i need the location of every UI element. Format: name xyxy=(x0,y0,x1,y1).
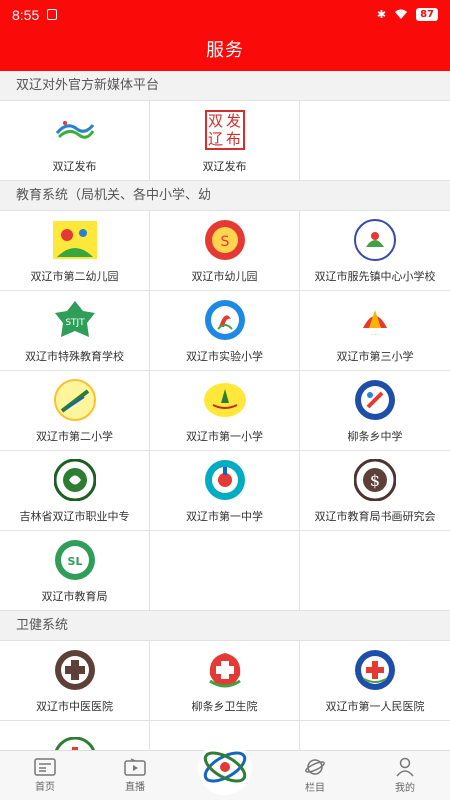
service-item-label: 双辽市教育局 xyxy=(41,589,108,603)
service-item-label: 双辽市第二幼儿园 xyxy=(30,269,119,283)
tcm-hospital-logo xyxy=(53,648,97,692)
tab-home[interactable]: 首页 xyxy=(0,751,90,800)
peoples-hospital-logo xyxy=(353,648,397,692)
tab-profile[interactable]: 我的 xyxy=(360,751,450,800)
special-education-logo-text: STJT xyxy=(65,318,85,328)
service-item-no1-middle-school[interactable]: 双辽市第一中学 xyxy=(150,451,300,531)
shuangliao-fabu-calligraphy-logo: 双发辽布 xyxy=(203,108,247,152)
tab-label: 栏目 xyxy=(305,783,325,794)
page-title: 服务 xyxy=(206,40,244,61)
tab-label: 我的 xyxy=(395,783,415,794)
service-item-liutiao-middle-school[interactable]: 柳条乡中学 xyxy=(300,371,450,451)
service-list[interactable]: 双辽对外官方新媒体平台 双辽发布 双发辽布 双辽发布 教育系统（局机关、各中小学… xyxy=(0,71,450,750)
education-bureau-logo-text: SL xyxy=(67,555,82,568)
svg-text:· · ·: · · · xyxy=(371,332,379,338)
profile-icon xyxy=(396,757,414,777)
column-planet-icon xyxy=(305,759,325,775)
service-item-label: 双辽市特殊教育学校 xyxy=(25,349,124,363)
center-brand-logo xyxy=(198,741,252,795)
svg-text:S: S xyxy=(220,234,229,250)
battery-indicator: 87 xyxy=(416,8,438,21)
partial-logo xyxy=(53,736,97,750)
special-education-logo: STJT xyxy=(53,298,97,342)
liutiao-middle-school-logo xyxy=(353,378,397,422)
service-item-shuangliao-fabu[interactable]: 双辽发布 xyxy=(0,101,150,181)
empty-cell xyxy=(300,721,450,750)
section-header-health: 卫健系统 xyxy=(0,611,450,640)
service-item-label: 双辽市第一人民医院 xyxy=(325,699,425,713)
shuangliao-fabu-logo xyxy=(53,108,97,152)
empty-cell xyxy=(300,531,450,611)
service-item-vocational-school[interactable]: 吉林省双辽市职业中专 xyxy=(0,451,150,531)
service-item-shuangliao-fabu-2[interactable]: 双发辽布 双辽发布 xyxy=(150,101,300,181)
service-item-label: 双辽发布 xyxy=(202,159,247,173)
service-item-tcm-hospital[interactable]: 双辽市中医医院 xyxy=(0,641,150,721)
calligraphy-society-logo: $ xyxy=(353,458,397,502)
no1-middle-school-logo xyxy=(203,458,247,502)
service-item-school-2[interactable]: 双辽市第二小学 xyxy=(0,371,150,451)
section-header-media: 双辽对外官方新媒体平台 xyxy=(0,71,450,100)
empty-cell xyxy=(300,101,450,181)
school-2-logo xyxy=(53,378,97,422)
service-item-label: 双辽市第一中学 xyxy=(186,509,263,523)
service-item-partial[interactable] xyxy=(0,721,150,750)
service-item-label: 吉林省双辽市职业中专 xyxy=(19,509,130,523)
bluetooth-icon: ✱ xyxy=(376,8,387,21)
service-item-label: 双辽发布 xyxy=(52,159,97,173)
fuxian-school-logo xyxy=(353,218,397,262)
service-item-label: 双辽市中医医院 xyxy=(36,699,113,713)
service-item-special-education[interactable]: STJT 双辽市特殊教育学校 xyxy=(0,291,150,371)
wifi-icon xyxy=(395,9,408,19)
service-item-label: 柳条乡卫生院 xyxy=(191,699,258,713)
tab-label: 首页 xyxy=(35,782,55,793)
service-item-school-3[interactable]: · · · 双辽市第三小学 xyxy=(300,291,450,371)
status-bar: 8:55 ✱ 87 xyxy=(0,0,450,30)
live-tv-icon xyxy=(124,758,146,776)
service-item-education-bureau[interactable]: SL 双辽市教育局 xyxy=(0,531,150,611)
tab-live[interactable]: 直播 xyxy=(90,751,180,800)
service-item-school-1[interactable]: 双辽市第一小学 xyxy=(150,371,300,451)
top-bar: 8:55 ✱ 87 服务 xyxy=(0,0,450,71)
service-item-kindergarten-2[interactable]: 双辽市第二幼儿园 xyxy=(0,211,150,291)
svg-text:$: $ xyxy=(370,471,380,490)
status-right: ✱ 87 xyxy=(377,8,438,21)
school-1-logo xyxy=(203,378,247,422)
grid-health: 双辽市中医医院 柳条乡卫生院 双辽市第一人民医院 xyxy=(0,640,450,750)
service-item-label: 双辽市实验小学 xyxy=(186,349,263,363)
service-item-label: 双辽市第三小学 xyxy=(336,349,414,363)
status-time: 8:55 xyxy=(12,7,40,23)
service-item-label: 双辽市第二小学 xyxy=(36,429,113,443)
service-item-label: 双辽市幼儿园 xyxy=(191,269,258,283)
section-header-education: 教育系统（局机关、各中小学、幼 xyxy=(0,181,450,210)
tab-label: 直播 xyxy=(125,782,145,793)
notification-icon xyxy=(47,9,57,20)
experimental-school-logo xyxy=(203,298,247,342)
kindergarten-2-logo xyxy=(52,218,97,262)
service-item-kindergarten[interactable]: S 双辽市幼儿园 xyxy=(150,211,300,291)
tab-center-brand[interactable] xyxy=(180,741,270,800)
service-item-label: 双辽市第一小学 xyxy=(186,429,263,443)
grid-education: 双辽市第二幼儿园 S 双辽市幼儿园 双辽市服先镇中心小学校 STJT 双辽市特殊… xyxy=(0,210,450,611)
empty-cell xyxy=(150,531,300,611)
service-item-fuxian-school[interactable]: 双辽市服先镇中心小学校 xyxy=(300,211,450,291)
kindergarten-logo: S xyxy=(203,218,247,262)
service-item-label: 柳条乡中学 xyxy=(347,429,403,443)
service-item-experimental-school[interactable]: 双辽市实验小学 xyxy=(150,291,300,371)
service-item-label: 双辽市教育局书画研究会 xyxy=(314,509,436,523)
education-bureau-logo: SL xyxy=(53,538,97,582)
home-news-icon xyxy=(34,758,56,776)
tab-columns[interactable]: 栏目 xyxy=(270,751,360,800)
service-item-peoples-hospital[interactable]: 双辽市第一人民医院 xyxy=(300,641,450,721)
service-item-calligraphy-society[interactable]: $ 双辽市教育局书画研究会 xyxy=(300,451,450,531)
health-center-logo xyxy=(203,648,247,692)
grid-media: 双辽发布 双发辽布 双辽发布 xyxy=(0,100,450,181)
service-item-label: 双辽市服先镇中心小学校 xyxy=(314,269,436,283)
school-3-logo: · · · xyxy=(353,298,397,342)
bottom-tab-bar: 首页 直播 栏目 我的 xyxy=(0,741,450,800)
service-item-health-center[interactable]: 柳条乡卫生院 xyxy=(150,641,300,721)
vocational-school-logo xyxy=(53,458,97,502)
